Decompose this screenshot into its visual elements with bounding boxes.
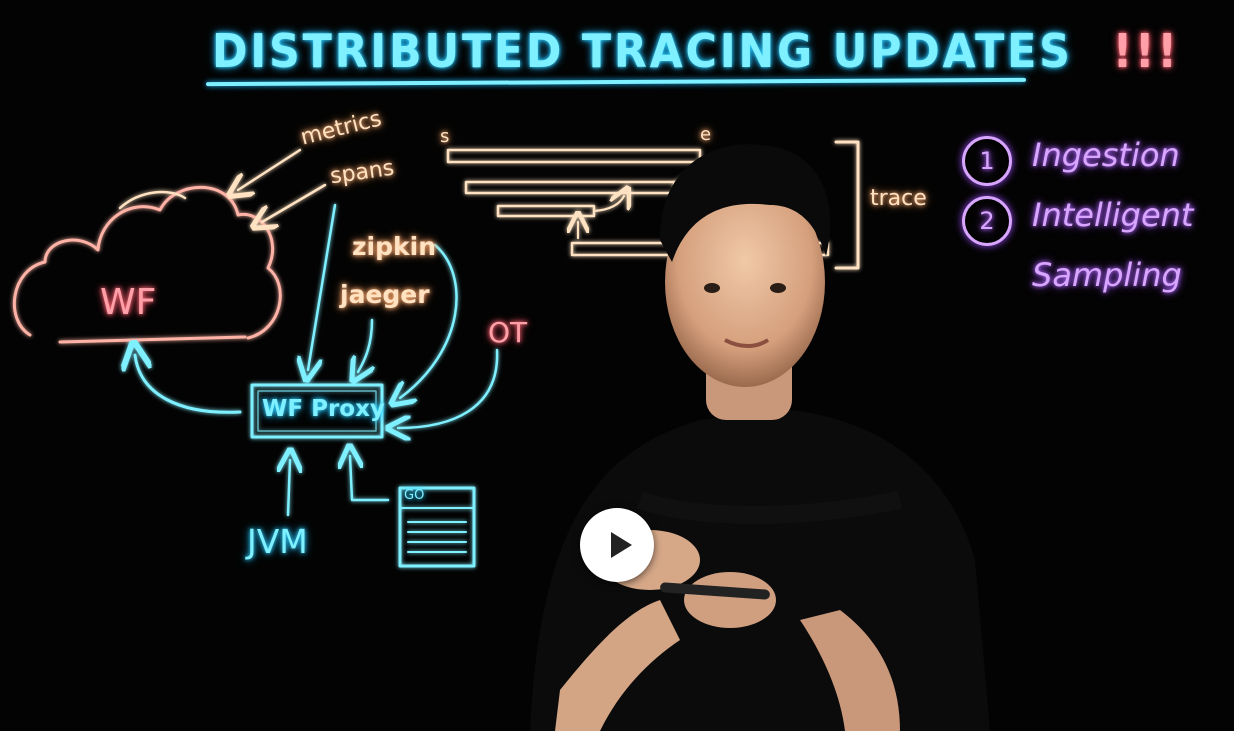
whiteboard-title: DISTRIBUTED TRACING UPDATES !!! [212,24,1180,78]
trace-label: trace [870,186,927,211]
list-item-sampling: Sampling [1032,256,1182,294]
code-window-label: GO [404,488,425,503]
list-number-1: 1 [962,136,1012,186]
wf-cloud-label: WF [100,282,157,323]
play-icon [611,532,632,558]
span-end-label: e [700,124,712,145]
zipkin-label: zipkin [352,232,437,261]
span-start-label: s [440,126,450,147]
list-item-intelligent: Intelligent [1032,196,1194,234]
jaeger-label: jaeger [340,280,430,309]
jvm-label: JVM [247,522,308,561]
play-button[interactable] [580,508,654,582]
list-item-ingestion: Ingestion [1032,136,1180,174]
presenter-image [530,144,990,731]
ot-label: OT [488,316,528,349]
list-number-2: 2 [962,196,1012,246]
video-player[interactable]: DISTRIBUTED TRACING UPDATES !!! WF metri… [0,0,1234,731]
wf-proxy-label: WF Proxy [262,396,385,422]
